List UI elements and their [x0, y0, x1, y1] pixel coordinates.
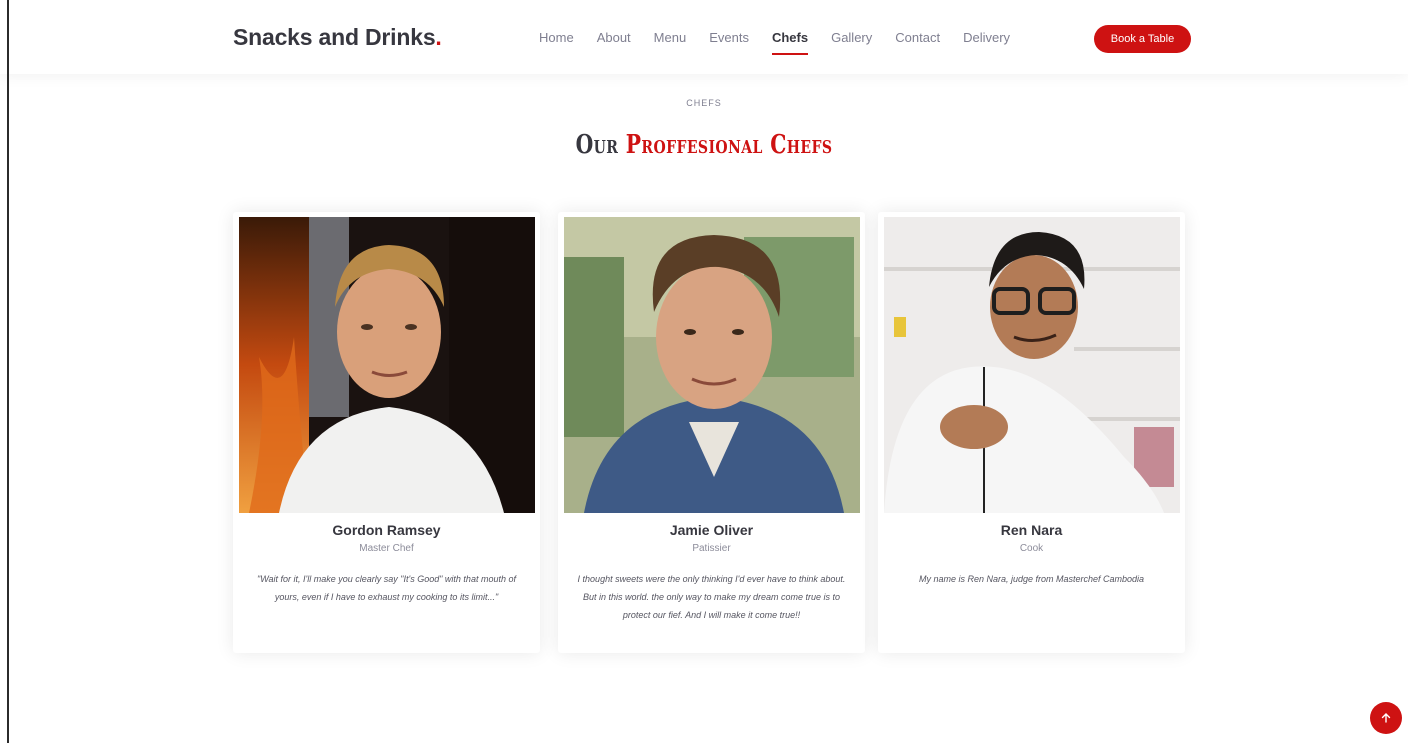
chef-photo-jamie [564, 217, 860, 513]
chef-photo-ren [884, 217, 1180, 513]
section-title-accent: Proffesional Chefs [625, 130, 833, 160]
nav-contact[interactable]: Contact [895, 30, 940, 55]
chef-name: Ren Nara [1000, 522, 1063, 538]
nav-delivery[interactable]: Delivery [963, 30, 1010, 55]
section-title: Our Proffesional Chefs [155, 130, 1253, 160]
nav-gallery[interactable]: Gallery [831, 30, 872, 55]
nav-chefs[interactable]: Chefs [771, 30, 809, 55]
chef-name: Jamie Oliver [669, 522, 754, 538]
chef-card-gordon: Gordon Ramsey Master Chef "Wait for it, … [233, 212, 540, 653]
chef-card-jamie: Jamie Oliver Patissier I thought sweets … [558, 212, 865, 653]
nav-about[interactable]: About [597, 30, 631, 55]
chef-name: Gordon Ramsey [332, 522, 441, 538]
arrow-up-icon [1381, 713, 1391, 723]
chef-quote: I thought sweets were the only thinking … [577, 574, 846, 620]
logo-text: Snacks and Drinks [233, 24, 436, 50]
window-left-border [7, 0, 9, 743]
chef-card-ren: Ren Nara Cook My name is Ren Nara, judge… [878, 212, 1185, 653]
site-logo[interactable]: Snacks and Drinks. [233, 24, 442, 51]
chef-portrait-image [564, 217, 860, 513]
section-subtitle: CHEFS [686, 98, 722, 108]
chef-role: Master Chef [359, 543, 414, 554]
main-nav: Home About Menu Events Chefs Gallery Con… [539, 30, 1033, 55]
site-header: Snacks and Drinks. Home About Menu Event… [0, 0, 1408, 74]
book-table-button[interactable]: Book a Table [1094, 25, 1191, 53]
section-title-plain: Our [575, 130, 619, 160]
chef-quote: My name is Ren Nara, judge from Masterch… [918, 574, 1145, 584]
chef-photo-gordon [239, 217, 535, 513]
chef-quote: "Wait for it, I'll make you clearly say … [257, 574, 516, 602]
nav-events[interactable]: Events [709, 30, 749, 55]
nav-menu[interactable]: Menu [654, 30, 687, 55]
chef-role: Patissier [692, 543, 731, 554]
scroll-top-button[interactable] [1370, 702, 1402, 734]
chef-portrait-image [239, 217, 535, 513]
chef-role: Cook [1019, 543, 1044, 554]
chef-portrait-image [884, 217, 1180, 513]
logo-dot: . [435, 24, 442, 50]
nav-home[interactable]: Home [539, 30, 574, 55]
